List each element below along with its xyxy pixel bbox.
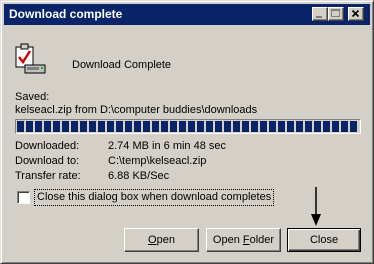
title-bar[interactable]: Download complete: [4, 4, 370, 25]
downloaded-label: Downloaded:: [15, 140, 80, 152]
minimize-button[interactable]: [312, 7, 328, 21]
download-to-label: Download to:: [15, 155, 80, 167]
maximize-icon: [331, 9, 340, 17]
title-close-button[interactable]: [348, 7, 364, 21]
saved-file-path: kelseacl.zip from D:\computer buddies\do…: [15, 104, 258, 116]
open-button[interactable]: Open: [124, 228, 199, 252]
open-accelerator: O: [148, 233, 157, 246]
close-icon: [351, 9, 360, 18]
transfer-rate-label: Transfer rate:: [15, 170, 81, 182]
transfer-rate-value: 6.88 KB/Sec: [108, 170, 170, 182]
saved-label: Saved:: [15, 91, 50, 103]
download-progress-bar: [15, 119, 361, 134]
open-label-rest: pen: [156, 233, 175, 246]
maximize-button[interactable]: [328, 7, 344, 21]
open-folder-label-pre: Open: [212, 233, 243, 246]
downloaded-value: 2.74 MB in 6 min 48 sec: [108, 140, 227, 152]
window-title: Download complete: [9, 7, 123, 21]
open-folder-button[interactable]: Open Folder: [206, 228, 281, 252]
progress-fill: [17, 121, 359, 132]
download-to-value: C:\temp\kelseacl.zip: [108, 155, 207, 167]
close-when-complete-label[interactable]: Close this dialog box when download comp…: [34, 189, 275, 206]
open-folder-accelerator: F: [242, 233, 250, 246]
download-complete-icon: [15, 43, 46, 74]
close-button-label: Close: [309, 233, 339, 246]
arrow-down-icon: [311, 187, 321, 226]
close-when-complete-checkbox[interactable]: [17, 191, 30, 204]
close-button[interactable]: Close: [287, 228, 361, 252]
open-folder-label-post: older: [249, 233, 275, 246]
download-complete-dialog: Download complete Download Complete Save…: [0, 0, 374, 264]
status-message: Download Complete: [72, 59, 172, 71]
minimize-icon: [316, 16, 322, 18]
